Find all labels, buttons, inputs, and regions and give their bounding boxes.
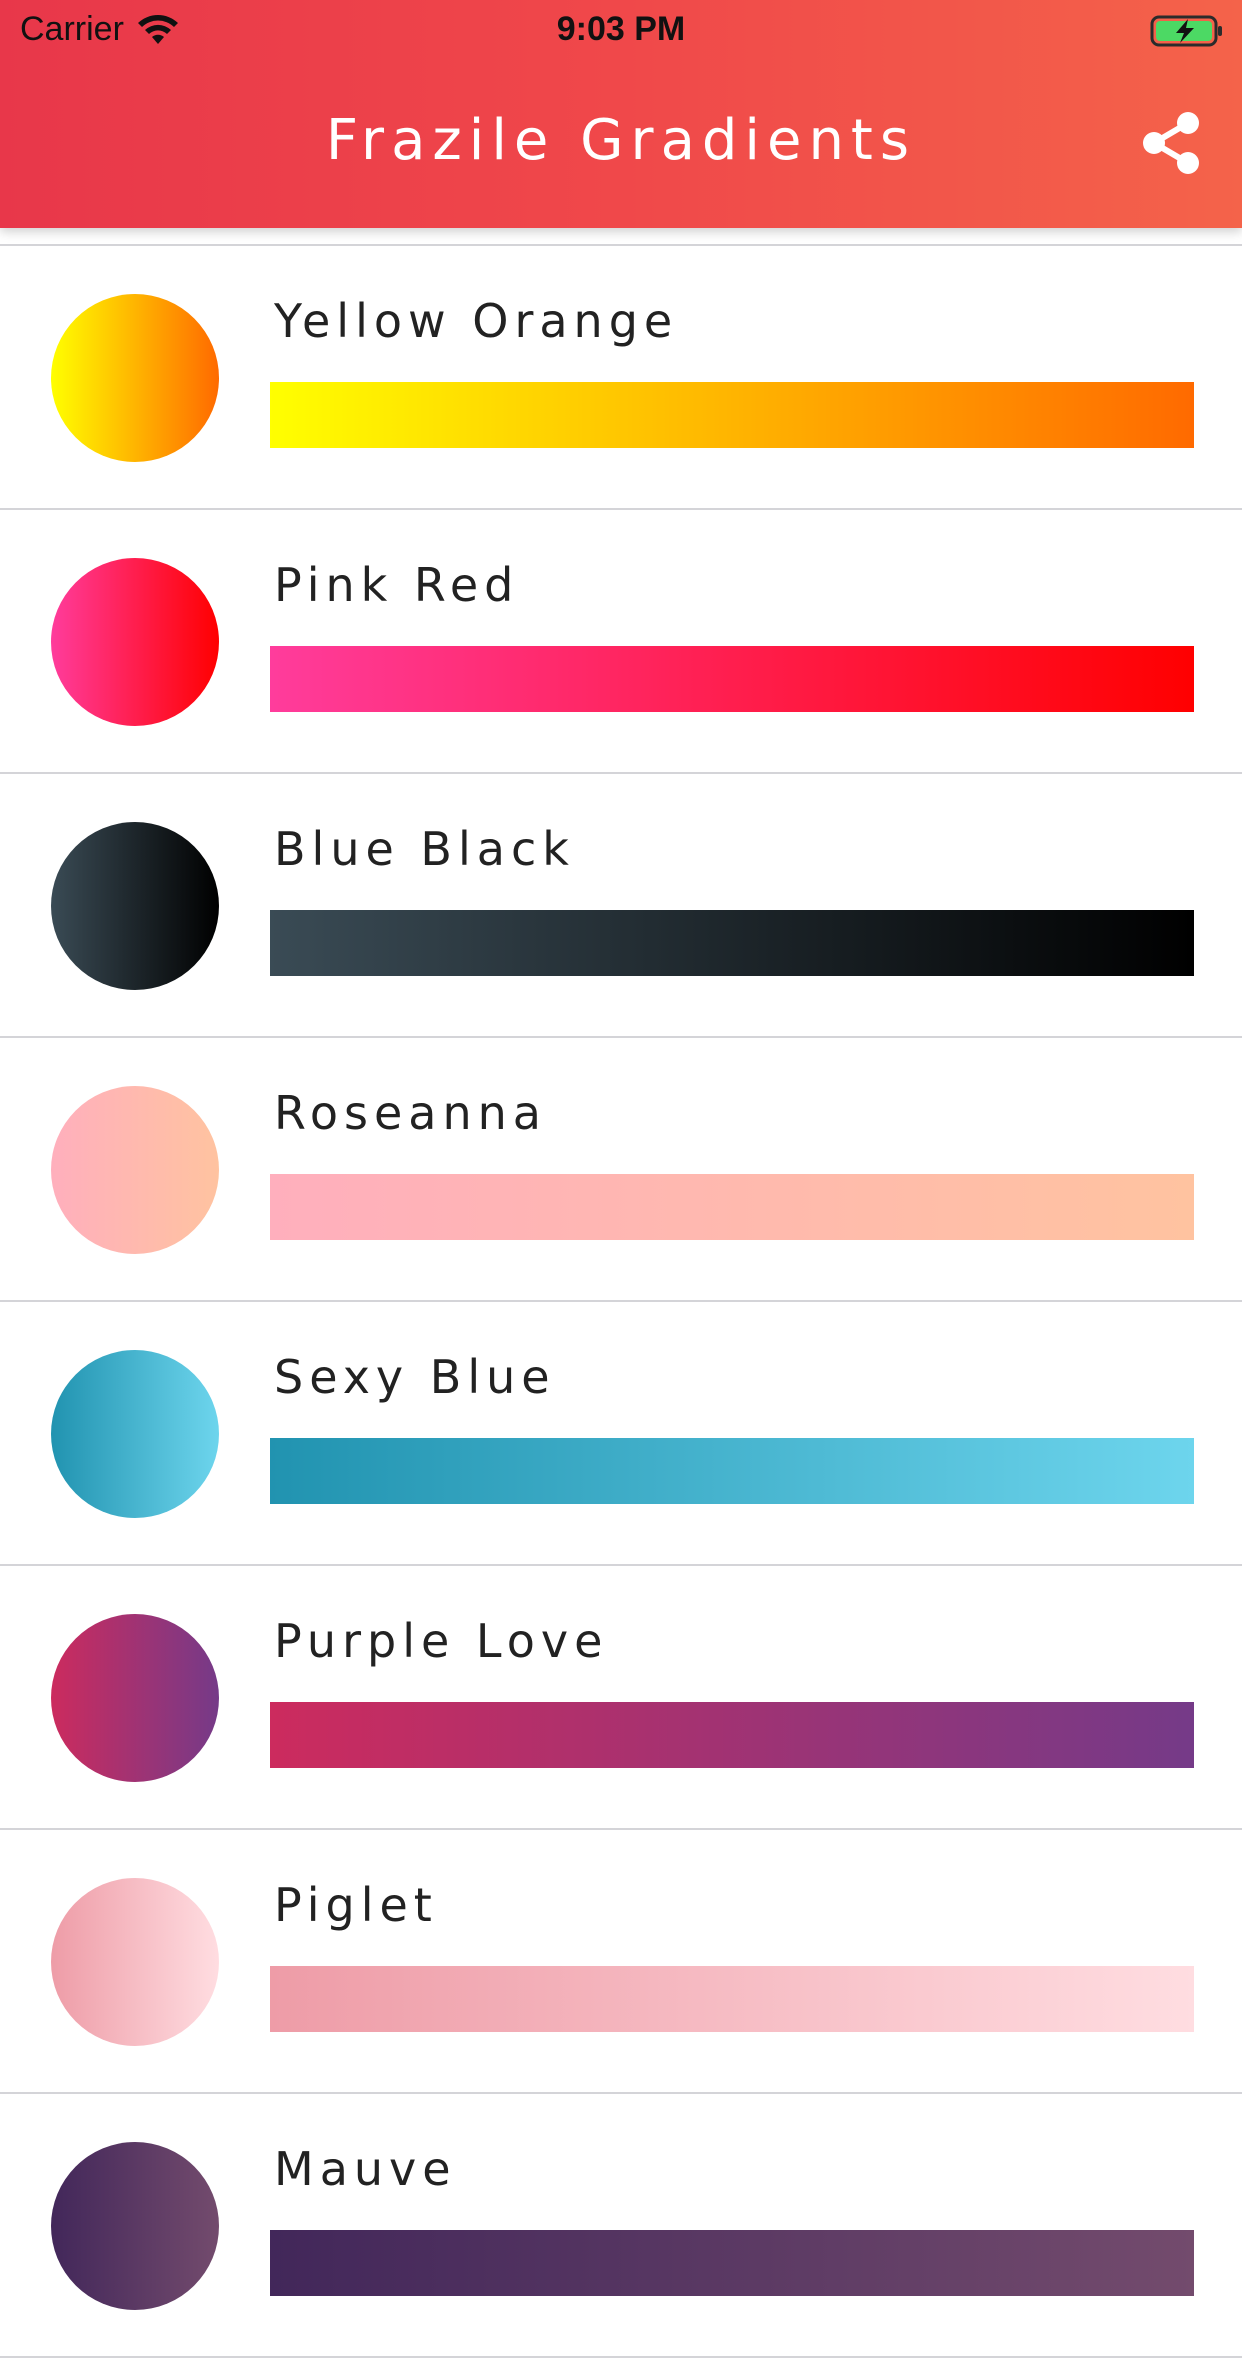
gradient-bar-swatch bbox=[270, 1174, 1194, 1240]
gradient-circle-swatch bbox=[51, 2142, 219, 2310]
gradient-list: Yellow Orange Pink Red Blue Black Roseanna S… bbox=[0, 228, 1242, 2358]
gradient-row[interactable]: Roseanna bbox=[0, 1038, 1242, 1302]
gradient-row[interactable]: Yellow Orange bbox=[0, 246, 1242, 510]
gradient-name: Sexy Blue bbox=[274, 1350, 556, 1404]
gradient-row[interactable]: Pink Red bbox=[0, 510, 1242, 774]
gradient-bar-swatch bbox=[270, 382, 1194, 448]
battery-charging-icon bbox=[1150, 15, 1222, 47]
gradient-bar-swatch bbox=[270, 646, 1194, 712]
gradient-row[interactable]: Purple Love bbox=[0, 1566, 1242, 1830]
gradient-name: Purple Love bbox=[274, 1614, 609, 1668]
gradient-circle-swatch bbox=[51, 1086, 219, 1254]
gradient-bar-swatch bbox=[270, 910, 1194, 976]
share-icon[interactable] bbox=[1138, 108, 1204, 178]
gradient-circle-swatch bbox=[51, 1878, 219, 2046]
status-bar: Carrier 9:03 PM bbox=[0, 0, 1242, 60]
gradient-circle-swatch bbox=[51, 1614, 219, 1782]
gradient-circle-swatch bbox=[51, 822, 219, 990]
gradient-bar-swatch bbox=[270, 1702, 1194, 1768]
gradient-row[interactable]: Piglet bbox=[0, 1830, 1242, 2094]
gradient-bar-swatch bbox=[270, 1966, 1194, 2032]
gradient-row[interactable]: Sexy Blue bbox=[0, 1302, 1242, 1566]
gradient-circle-swatch bbox=[51, 294, 219, 462]
gradient-bar-swatch bbox=[270, 2230, 1194, 2296]
gradient-row[interactable]: Blue Black bbox=[0, 774, 1242, 1038]
app-title: Frazile Gradients bbox=[325, 108, 917, 173]
gradient-circle-swatch bbox=[51, 1350, 219, 1518]
gradient-name: Blue Black bbox=[274, 822, 575, 876]
gradient-name: Mauve bbox=[274, 2142, 457, 2196]
status-time: 9:03 PM bbox=[556, 10, 686, 48]
gradient-name: Piglet bbox=[274, 1878, 438, 1932]
gradient-name: Yellow Orange bbox=[274, 294, 679, 348]
list-divider bbox=[0, 228, 1242, 246]
gradient-circle-swatch bbox=[51, 558, 219, 726]
gradient-name: Roseanna bbox=[274, 1086, 547, 1140]
app-header: Carrier 9:03 PM Frazile Gradients bbox=[0, 0, 1242, 228]
gradient-row[interactable]: Mauve bbox=[0, 2094, 1242, 2358]
gradient-bar-swatch bbox=[270, 1438, 1194, 1504]
gradient-name: Pink Red bbox=[274, 558, 520, 612]
